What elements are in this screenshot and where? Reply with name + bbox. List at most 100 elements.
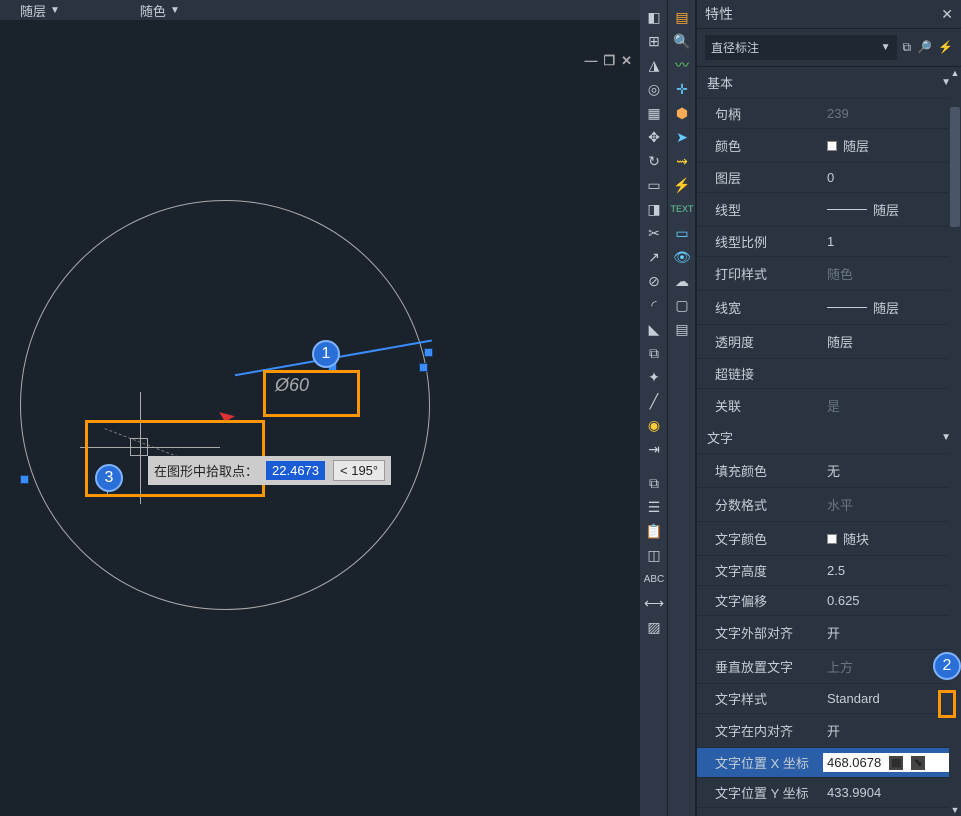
property-value[interactable]: 随层 (823, 296, 961, 319)
property-row[interactable]: 句柄239 (697, 98, 961, 128)
grid-icon[interactable]: ⊞ (643, 30, 665, 52)
color-dd[interactable]: 随色▼ (140, 0, 180, 20)
align-icon[interactable]: ⇥ (643, 438, 665, 460)
property-value[interactable]: 2.5 (823, 561, 961, 580)
property-value[interactable]: 开 (823, 621, 961, 644)
zoom-icon[interactable]: 🔍 (671, 30, 693, 52)
property-row[interactable]: 文字偏移0.625 (697, 585, 961, 615)
close-icon[interactable]: ✕ (621, 53, 632, 69)
fillet-icon[interactable]: ◜ (643, 294, 665, 316)
property-value[interactable]: 468.0678▦⬊ (823, 753, 961, 772)
stretch-icon[interactable]: ◨ (643, 198, 665, 220)
grip-point[interactable] (21, 476, 28, 483)
rotate-icon[interactable]: ↻ (643, 150, 665, 172)
explode-icon[interactable]: ✦ (643, 366, 665, 388)
property-row[interactable]: 文字高度2.5 (697, 555, 961, 585)
property-value[interactable]: 0.625 (823, 591, 961, 610)
property-row[interactable]: 分数格式水平 (697, 487, 961, 521)
quick-select-icon[interactable]: 🔎 (917, 40, 932, 55)
property-value[interactable]: 随层 (823, 134, 961, 157)
box-icon[interactable]: ▢ (671, 294, 693, 316)
property-value[interactable]: 0 (823, 168, 961, 187)
property-value[interactable]: 1 (823, 232, 961, 251)
property-row[interactable]: 填充颜色无 (697, 453, 961, 487)
property-value[interactable]: 是 (823, 394, 961, 417)
property-row[interactable]: 文字颜色随块 (697, 521, 961, 555)
ruler-icon[interactable]: ▭ (671, 222, 693, 244)
property-row[interactable]: 文字位置 Y 坐标433.9904 (697, 777, 961, 807)
property-row[interactable]: 文字位置 X 坐标468.0678▦⬊ (697, 747, 961, 777)
lightning-icon[interactable]: ⚡ (938, 40, 953, 55)
scroll-up-icon[interactable]: ▲ (949, 67, 961, 79)
calc-icon[interactable]: ▦ (889, 756, 903, 770)
palette-icon[interactable]: ▤ (671, 6, 693, 28)
cross-icon[interactable]: ✛ (671, 78, 693, 100)
property-row[interactable]: 线型比例1 (697, 226, 961, 256)
property-value[interactable]: 433.9904 (823, 783, 961, 802)
copy-icon[interactable]: ⧉ (643, 472, 665, 494)
property-value[interactable]: 随块 (823, 527, 961, 550)
scale-icon[interactable]: ▭ (643, 174, 665, 196)
property-row[interactable]: 颜色随层 (697, 128, 961, 162)
group-header[interactable]: 文字▼ (697, 422, 961, 453)
light-icon[interactable]: ◉ (643, 414, 665, 436)
distance-field[interactable]: 22.4673 (266, 461, 325, 480)
property-value[interactable]: 无 (823, 459, 961, 482)
property-value[interactable]: 水平 (823, 493, 961, 516)
property-row[interactable]: 垂直放置文字上方 (697, 649, 961, 683)
layer-dd[interactable]: 随层▼ (20, 0, 60, 20)
hatch-icon[interactable]: ▨ (643, 616, 665, 638)
walk-icon[interactable]: ⇝ (671, 150, 693, 172)
hierarchy-icon[interactable]: ⬢ (671, 102, 693, 124)
property-row[interactable]: 关联是 (697, 388, 961, 422)
property-row[interactable]: 线型随层 (697, 192, 961, 226)
property-value[interactable]: 随层 (823, 330, 961, 353)
minimize-icon[interactable]: — (584, 53, 597, 69)
property-value[interactable]: 开 (823, 719, 961, 742)
property-row[interactable]: 文字在内对齐开 (697, 713, 961, 747)
chamfer-icon[interactable]: ◣ (643, 318, 665, 340)
restore-icon[interactable]: ❐ (603, 53, 615, 69)
block-icon[interactable]: ◫ (643, 544, 665, 566)
pick-point-icon[interactable]: ⬊ (911, 756, 925, 770)
property-value[interactable]: 随层 (823, 198, 961, 221)
sheet-icon[interactable]: ▤ (671, 318, 693, 340)
group-header[interactable]: 基本▼ (697, 67, 961, 98)
cloud-icon[interactable]: ☁ (671, 270, 693, 292)
close-icon[interactable]: ✕ (941, 6, 953, 23)
property-value[interactable] (823, 372, 961, 376)
property-row[interactable]: 打印样式随色 (697, 256, 961, 290)
bolt-icon[interactable]: ⚡ (671, 174, 693, 196)
property-row[interactable]: 文字样式Standard (697, 683, 961, 713)
paste-icon[interactable]: 📋 (643, 520, 665, 542)
scroll-down-icon[interactable]: ▼ (949, 804, 961, 816)
property-row[interactable]: 透明度随层 (697, 324, 961, 358)
property-row[interactable]: 超链接 (697, 358, 961, 388)
property-row[interactable]: 文字外部对齐开 (697, 615, 961, 649)
offset-icon[interactable]: ◎ (643, 78, 665, 100)
property-value[interactable]: 随色 (823, 262, 961, 285)
break-icon[interactable]: ⊘ (643, 270, 665, 292)
arrow-icon[interactable]: ➤ (671, 126, 693, 148)
property-row[interactable]: 文字旋转0 (697, 807, 961, 816)
extend-icon[interactable]: ↗ (643, 246, 665, 268)
dim-icon[interactable]: ⟷ (643, 592, 665, 614)
move-icon[interactable]: ✥ (643, 126, 665, 148)
pip-icon[interactable]: ⧉ (903, 40, 912, 55)
join-icon[interactable]: ⧉ (643, 342, 665, 364)
angle-field[interactable]: < 195° (333, 460, 385, 481)
grip-point[interactable] (420, 364, 427, 371)
scroll-thumb[interactable] (950, 107, 960, 227)
text2-icon[interactable]: TEXT (671, 198, 693, 220)
line-icon[interactable]: ╱ (643, 390, 665, 412)
curve-icon[interactable]: 〰 (671, 54, 693, 76)
canvas[interactable]: — ❐ ✕ Ø60 1 3 在图形中拾取点： 22.4673 (0, 50, 640, 816)
property-value[interactable]: 239 (823, 104, 961, 123)
eraser-icon[interactable]: ◧ (643, 6, 665, 28)
text-icon[interactable]: ABC (643, 568, 665, 590)
array-icon[interactable]: ▦ (643, 102, 665, 124)
property-row[interactable]: 图层0 (697, 162, 961, 192)
eye-icon[interactable]: 👁 (671, 246, 693, 268)
grip-point[interactable] (425, 349, 432, 356)
mirror-icon[interactable]: ◮ (643, 54, 665, 76)
